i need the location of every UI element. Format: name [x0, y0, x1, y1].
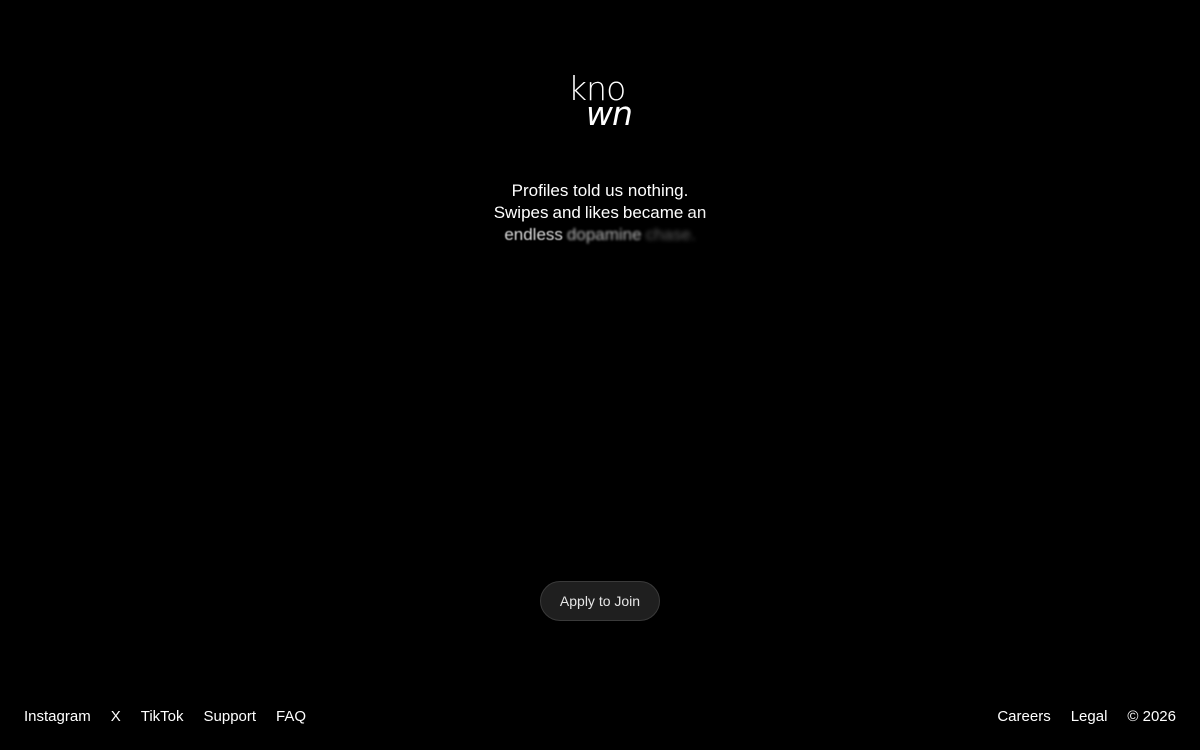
tagline-word: an — [687, 203, 707, 222]
tagline-word: became — [622, 203, 684, 222]
footer-link-instagram[interactable]: Instagram — [24, 708, 91, 725]
footer-link-careers[interactable]: Careers — [997, 708, 1050, 725]
footer-social-links: Instagram X TikTok Support FAQ — [24, 708, 306, 725]
footer-link-tiktok[interactable]: TikTok — [141, 708, 184, 725]
footer-link-support[interactable]: Support — [204, 708, 257, 725]
tagline-line-2: Swipes and likes became an — [492, 202, 709, 224]
footer-secondary-links: Careers Legal © 2026 — [997, 708, 1176, 725]
logo[interactable]: kno wn — [0, 72, 1200, 133]
tagline-line-1: Profiles told us nothing. — [511, 181, 689, 200]
footer: Instagram X TikTok Support FAQ Careers L… — [24, 704, 1176, 728]
footer-link-x[interactable]: X — [111, 708, 121, 725]
footer-link-faq[interactable]: FAQ — [276, 708, 306, 725]
tagline-word: Swipes — [493, 203, 549, 222]
copyright: © 2026 — [1127, 707, 1176, 725]
footer-link-legal[interactable]: Legal — [1071, 708, 1108, 725]
tagline-word: dopamine — [566, 225, 642, 244]
tagline-word: likes — [584, 203, 619, 222]
tagline: Profiles told us nothing. Swipes and likes… — [0, 180, 1200, 246]
logo-line-2: wn — [586, 94, 633, 133]
apply-to-join-button[interactable]: Apply to Join — [540, 581, 660, 621]
tagline-word: chase. — [645, 225, 696, 244]
tagline-word: and — [552, 203, 581, 222]
tagline-line-3: endless dopamine chase. — [502, 224, 697, 246]
logo-wordmark: kno wn — [568, 72, 633, 133]
tagline-word: endless — [504, 225, 563, 244]
